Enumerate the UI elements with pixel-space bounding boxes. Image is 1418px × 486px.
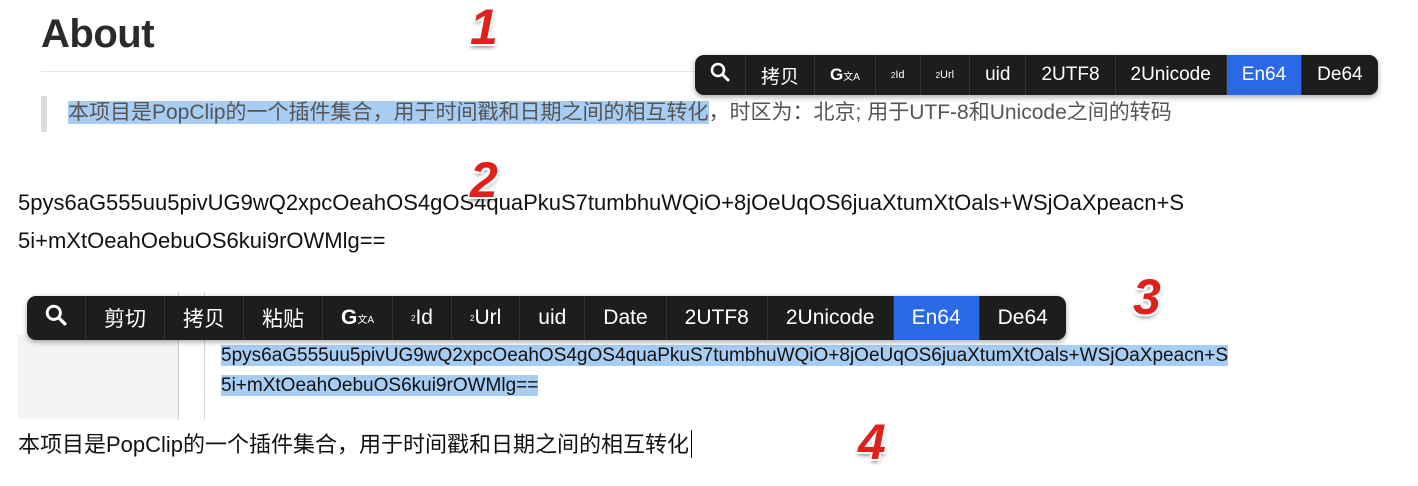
popclip-toolbar-1: 拷贝 G 文A 2 Id 2 Url uid 2UTF8 2Unicode En64 … <box>695 55 1378 95</box>
popclip-toolbar-3: 剪切 拷贝 粘贴 G 文A 2 Id 2 Url uid Date 2UTF8 2Un… <box>27 296 1066 340</box>
step-number-3: 3 <box>1133 269 1161 325</box>
uid-button[interactable]: uid <box>519 296 584 340</box>
search-icon <box>45 304 67 332</box>
copy-button[interactable]: 拷贝 <box>164 296 243 340</box>
editor-selected-line-1[interactable]: 5pys6aG555uu5pivUG9wQ2xpcOeahOS4gOS4quaP… <box>221 342 1229 370</box>
de64-button[interactable]: De64 <box>978 296 1066 340</box>
blockquote: 本项目是PopClip的一个插件集合，用于时间戳和日期之间的相互转化，时区为：北… <box>68 98 1172 128</box>
date-button[interactable]: Date <box>584 296 665 340</box>
title-divider <box>41 71 696 72</box>
to-url-button[interactable]: 2 Url <box>450 296 519 340</box>
page-title: About <box>41 12 155 56</box>
paste-button[interactable]: 粘贴 <box>243 296 322 340</box>
en64-button[interactable]: En64 <box>892 296 979 340</box>
step-number-1: 1 <box>470 0 498 55</box>
de64-button[interactable]: De64 <box>1301 55 1377 95</box>
selected-text[interactable]: 本项目是PopClip的一个插件集合，用于时间戳和日期之间的相互转化 <box>68 101 709 124</box>
2utf8-button[interactable]: 2UTF8 <box>1025 55 1114 95</box>
editor-gutter <box>18 335 178 419</box>
copy-button[interactable]: 拷贝 <box>745 55 814 95</box>
decoded-text[interactable]: 本项目是PopClip的一个插件集合，用于时间戳和日期之间的相互转化 <box>18 429 693 461</box>
base64-output-line-1: 5pys6aG555uu5pivUG9wQ2xpcOeahOS4gOS4quaP… <box>18 190 1185 215</box>
quote-rest-text: ，时区为：北京; 用于UTF-8和Unicode之间的转码 <box>708 101 1172 124</box>
text-caret <box>691 430 693 458</box>
to-id-button[interactable]: 2 Id <box>874 55 920 95</box>
to-url-button[interactable]: 2 Url <box>919 55 970 95</box>
google-translate-button[interactable]: G 文A <box>322 296 392 340</box>
search-icon <box>710 62 730 88</box>
cut-button[interactable]: 剪切 <box>85 296 164 340</box>
blockquote-bar <box>41 96 47 132</box>
translate-icon: 文A <box>843 71 860 83</box>
2unicode-button[interactable]: 2Unicode <box>766 296 893 340</box>
search-button[interactable] <box>27 296 85 340</box>
search-button[interactable] <box>695 55 745 95</box>
2unicode-button[interactable]: 2Unicode <box>1114 55 1226 95</box>
base64-output-line-2: 5i+mXtOeahOebuOS6kui9rOWMlg== <box>18 228 386 253</box>
to-id-button[interactable]: 2 Id <box>392 296 451 340</box>
translate-icon: 文A <box>357 314 375 326</box>
uid-button[interactable]: uid <box>969 55 1025 95</box>
google-translate-button[interactable]: G 文A <box>814 55 875 95</box>
2utf8-button[interactable]: 2UTF8 <box>665 296 767 340</box>
editor-selected-line-2[interactable]: 5i+mXtOeahOebuOS6kui9rOWMlg== <box>221 372 539 400</box>
step-number-4: 4 <box>858 414 886 470</box>
step-number-2: 2 <box>470 152 498 208</box>
en64-button[interactable]: En64 <box>1225 55 1302 95</box>
